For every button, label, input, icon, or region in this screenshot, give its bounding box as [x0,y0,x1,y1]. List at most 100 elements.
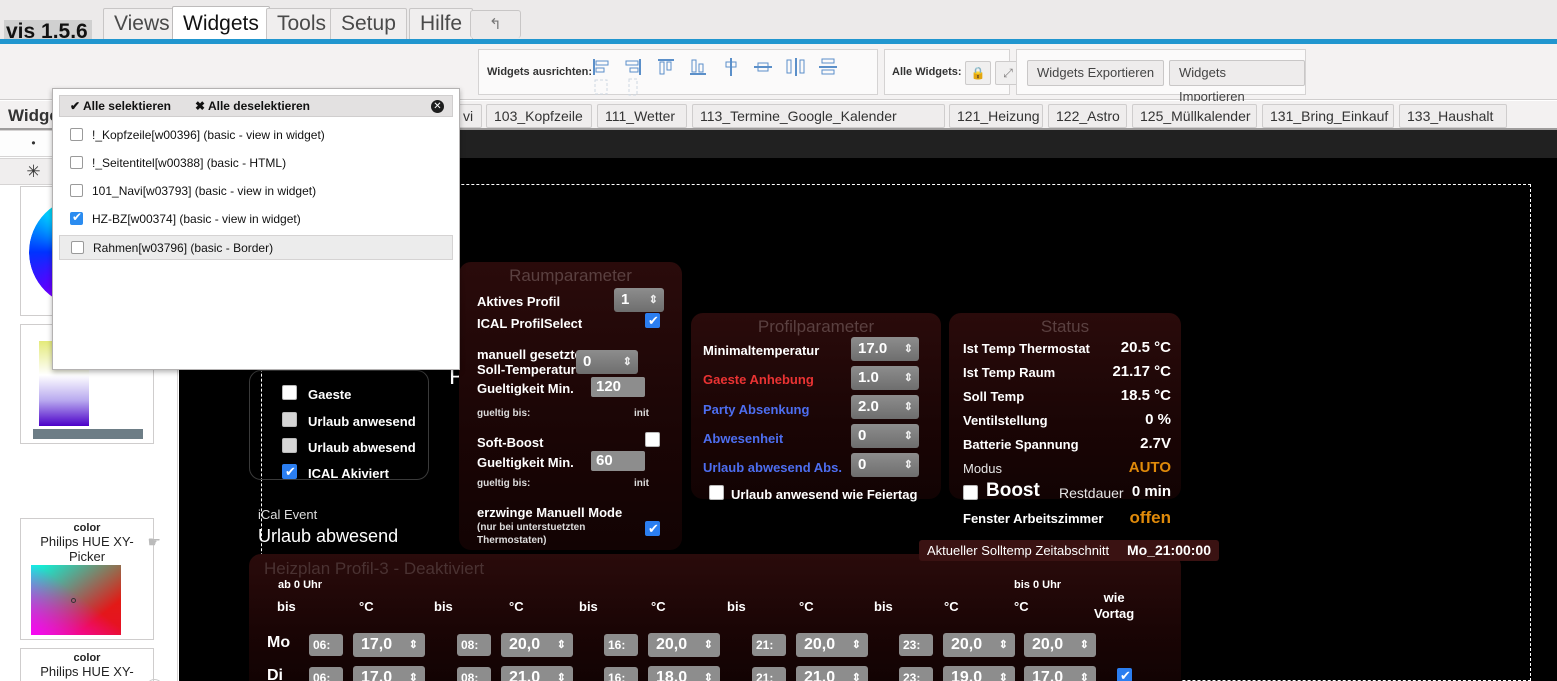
schedule-row-di-temp-3[interactable]: 18,0⇕ [648,666,720,681]
palette-card-hue-indicator[interactable]: color Philips HUE XY-Indicator 1 [20,648,154,681]
tab-widgets[interactable]: Widgets [172,6,270,42]
schedule-row-di-temp-5[interactable]: 19,0⇕ [943,666,1015,681]
tab-tools[interactable]: Tools [266,8,337,40]
view-tab-111-wetter[interactable]: 111_Wetter [597,104,687,128]
dropdown-item-hz-bz[interactable]: HZ-BZ[w00374] (basic - view in widget) [59,207,453,232]
dropdown-item-seitentitel-checkbox[interactable] [70,156,83,169]
erzwinge-manuell-checkbox[interactable] [645,521,660,536]
dropdown-item-rahmen[interactable]: Rahmen[w03796] (basic - Border) [59,235,453,260]
feiertag-checkbox[interactable] [709,485,724,500]
spinner-arrows-icon[interactable]: ⇕ [904,366,913,390]
align-left-icon[interactable] [591,57,611,77]
schedule-row-mo-time-3[interactable]: 16: [604,634,638,656]
spinner-arrows-icon[interactable]: ⇕ [409,633,418,657]
schedule-row-di-vortag-checkbox[interactable] [1117,668,1132,681]
spinner-arrows-icon[interactable]: ⇕ [623,350,632,374]
spinner-arrows-icon[interactable]: ⇕ [904,424,913,448]
schedule-row-di-time-4[interactable]: 21: [752,667,786,681]
spinner-arrows-icon[interactable]: ⇕ [557,633,566,657]
view-tab-103-kopfzeile[interactable]: 103_Kopfzeile [486,104,592,128]
schedule-row-mo-temp-6[interactable]: 20,0⇕ [1024,633,1096,657]
schedule-row-di-time-2[interactable]: 08: [457,667,491,681]
spinner-arrows-icon[interactable]: ⇕ [999,633,1008,657]
dropdown-item-hz-bz-checkbox[interactable] [70,212,83,225]
schedule-row-mo-time-1[interactable]: 06: [309,634,343,656]
distribute-horizontal-icon[interactable] [786,57,806,77]
tab-views[interactable]: Views [103,8,181,40]
align-top-icon[interactable] [656,57,676,77]
spinner-arrows-icon[interactable]: ⇕ [1080,666,1089,681]
aktives-profil-spinner[interactable]: 1 ⇕ [614,288,664,312]
align-right-icon[interactable] [623,57,643,77]
spinner-arrows-icon[interactable]: ⇕ [904,337,913,361]
hue-picker-handle[interactable] [71,598,76,603]
schedule-row-mo-time-5[interactable]: 23: [899,634,933,656]
view-tab-113-termine[interactable]: 113_Termine_Google_Kalender [692,104,945,128]
view-tab-121-heizung[interactable]: 121_Heizung [949,104,1043,128]
gueltigkeit2-value[interactable]: 60 [591,451,645,471]
schedule-row-mo-temp-1[interactable]: 17,0⇕ [353,633,425,657]
hue-xy-picker-preview[interactable] [31,565,121,635]
dropdown-item-101-navi-checkbox[interactable] [70,184,83,197]
tab-setup[interactable]: Setup [330,8,407,40]
manuell-soll-spinner[interactable]: 0 ⇕ [576,350,638,374]
spinner-arrows-icon[interactable]: ⇕ [999,666,1008,681]
checkbox-urlaub-anwesend[interactable] [282,412,297,427]
spinner-arrows-icon[interactable]: ⇕ [904,395,913,419]
profil-row-4-spinner[interactable]: 0 ⇕ [851,453,919,477]
spinner-arrows-icon[interactable]: ⇕ [1080,633,1089,657]
align-bottom-icon[interactable] [688,57,708,77]
schedule-row-mo-temp-3[interactable]: 20,0⇕ [648,633,720,657]
dropdown-item-kopfzeile-checkbox[interactable] [70,128,83,141]
same-width-icon[interactable] [591,77,611,97]
spinner-arrows-icon[interactable]: ⇕ [557,666,566,681]
palette-card-hue-picker[interactable]: color Philips HUE XY-Picker ☛ [20,518,154,640]
tab-hilfe[interactable]: Hilfe [409,8,473,40]
gradient-slider[interactable] [33,429,143,439]
distribute-vertical-icon[interactable] [818,57,838,77]
schedule-row-mo-temp-4[interactable]: 20,0⇕ [796,633,868,657]
schedule-row-di-temp-6[interactable]: 17,0⇕ [1024,666,1096,681]
schedule-row-di-temp-1[interactable]: 17,0⇕ [353,666,425,681]
spinner-arrows-icon[interactable]: ⇕ [852,666,861,681]
profil-row-3-spinner[interactable]: 0 ⇕ [851,424,919,448]
spinner-arrows-icon[interactable]: ⇕ [704,666,713,681]
dropdown-item-seitentitel[interactable]: !_Seitentitel[w00388] (basic - HTML) [59,151,453,176]
import-widgets-button[interactable]: Widgets Importieren [1169,60,1305,86]
spinner-arrows-icon[interactable]: ⇕ [649,288,658,312]
dropdown-item-kopfzeile[interactable]: !_Kopfzeile[w00396] (basic - view in wid… [59,123,453,148]
schedule-row-mo-temp-2[interactable]: 20,0⇕ [501,633,573,657]
profil-row-0-spinner[interactable]: 17.0 ⇕ [851,337,919,361]
align-center-vertical-icon[interactable] [721,57,741,77]
schedule-row-di-time-3[interactable]: 16: [604,667,638,681]
checkbox-urlaub-abwesend[interactable] [282,438,297,453]
ical-profilselect-checkbox[interactable] [645,313,660,328]
spinner-arrows-icon[interactable]: ⇕ [904,453,913,477]
schedule-row-mo-temp-5[interactable]: 20,0⇕ [943,633,1015,657]
schedule-row-di-temp-2[interactable]: 21,0⇕ [501,666,573,681]
export-widgets-button[interactable]: Widgets Exportieren [1027,60,1164,86]
select-all-button[interactable]: ✔ Alle selektieren [70,96,171,116]
schedule-row-di-temp-4[interactable]: 21,0⇕ [796,666,868,681]
spinner-arrows-icon[interactable]: ⇕ [409,666,418,681]
spinner-arrows-icon[interactable]: ⇕ [852,633,861,657]
undo-button[interactable]: ↰ [470,10,521,38]
view-tab-125-muellkalender[interactable]: 125_Müllkalender [1132,104,1257,128]
profil-row-2-spinner[interactable]: 2.0 ⇕ [851,395,919,419]
lock-icon[interactable]: 🔒 [965,61,991,85]
spinner-arrows-icon[interactable]: ⇕ [704,633,713,657]
schedule-row-di-time-1[interactable]: 06: [309,667,343,681]
checkbox-ical-aktiviert[interactable] [282,464,297,479]
schedule-row-mo-time-4[interactable]: 21: [752,634,786,656]
same-height-icon[interactable] [623,77,643,97]
view-tab-131-bring-einkauf[interactable]: 131_Bring_Einkauf [1262,104,1394,128]
schedule-row-mo-time-2[interactable]: 08: [457,634,491,656]
boost-checkbox[interactable] [963,485,978,500]
align-center-horizontal-icon[interactable] [753,57,773,77]
close-icon[interactable]: ✕ [431,100,444,113]
schedule-row-di-time-5[interactable]: 23: [899,667,933,681]
soft-boost-checkbox[interactable] [645,432,660,447]
view-tab-122-astro[interactable]: 122_Astro [1048,104,1127,128]
dropdown-item-101-navi[interactable]: 101_Navi[w03793] (basic - view in widget… [59,179,453,204]
dropdown-item-rahmen-checkbox[interactable] [71,241,84,254]
